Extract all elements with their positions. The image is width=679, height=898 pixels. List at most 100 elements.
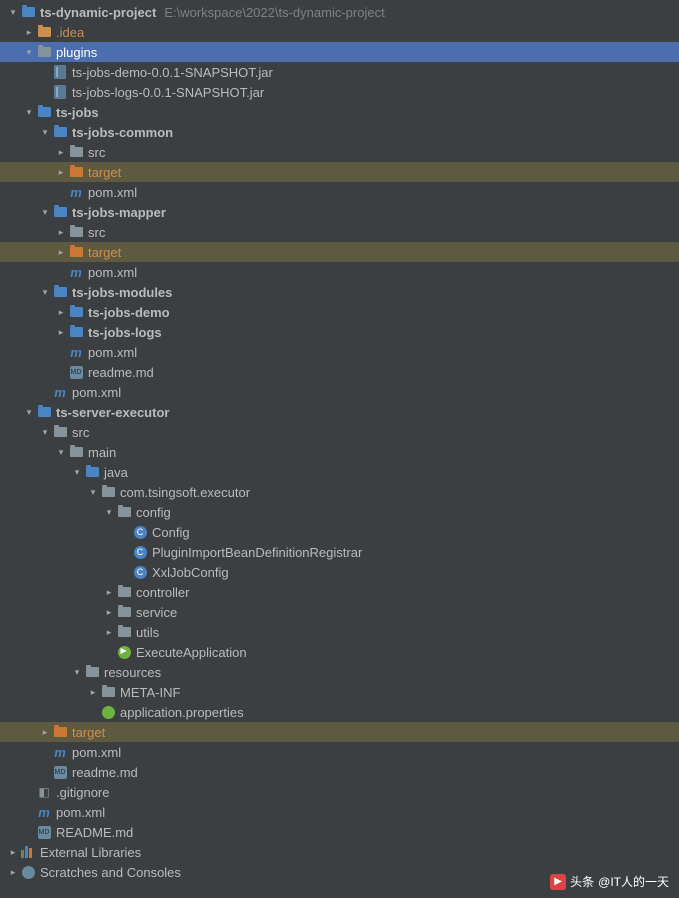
expand-arrow-icon[interactable] (40, 127, 50, 138)
expand-arrow-icon[interactable] (56, 447, 66, 458)
tree-row[interactable]: MDREADME.md (0, 822, 679, 842)
expand-arrow-icon[interactable] (56, 167, 66, 178)
tree-item-label: target (88, 245, 121, 260)
expand-arrow-icon[interactable] (24, 107, 34, 118)
tree-row[interactable]: src (0, 142, 679, 162)
tree-row[interactable]: CPluginImportBeanDefinitionRegistrar (0, 542, 679, 562)
tree-row[interactable]: External Libraries (0, 842, 679, 862)
tree-row[interactable]: MDreadme.md (0, 762, 679, 782)
expand-arrow-icon[interactable] (40, 287, 50, 298)
tree-item-label: plugins (56, 45, 97, 60)
tree-row[interactable]: com.tsingsoft.executor (0, 482, 679, 502)
tree-item-label: java (104, 465, 128, 480)
expand-arrow-icon[interactable] (40, 727, 50, 738)
watermark-prefix: 头条 (570, 873, 594, 890)
expand-arrow-icon[interactable] (88, 687, 98, 698)
expand-arrow-icon[interactable] (40, 427, 50, 438)
tree-row[interactable]: META-INF (0, 682, 679, 702)
tree-item-label: pom.xml (88, 345, 137, 360)
tree-row[interactable]: mpom.xml (0, 342, 679, 362)
tree-row[interactable]: target (0, 722, 679, 742)
tree-row[interactable]: ts-jobs-logs (0, 322, 679, 342)
expand-arrow-icon[interactable] (40, 207, 50, 218)
tree-row[interactable]: service (0, 602, 679, 622)
tree-row[interactable]: mpom.xml (0, 182, 679, 202)
expand-arrow-icon[interactable] (24, 47, 34, 58)
expand-arrow-icon[interactable] (24, 27, 34, 38)
folder-icon (116, 624, 132, 640)
expand-arrow-icon[interactable] (56, 327, 66, 338)
tree-row[interactable]: src (0, 422, 679, 442)
tree-item-label: pom.xml (56, 805, 105, 820)
folder-icon (68, 444, 84, 460)
tree-row[interactable]: CXxlJobConfig (0, 562, 679, 582)
expand-arrow-icon[interactable] (56, 247, 66, 258)
tree-item-label: ts-jobs-modules (72, 285, 172, 300)
expand-arrow-icon[interactable] (72, 667, 82, 678)
tree-row[interactable]: ts-server-executor (0, 402, 679, 422)
tree-item-label: target (72, 725, 105, 740)
tree-row[interactable]: CConfig (0, 522, 679, 542)
tree-row[interactable]: src (0, 222, 679, 242)
expand-arrow-icon[interactable] (104, 587, 114, 598)
folder-icon (36, 44, 52, 60)
tree-item-label: ts-jobs-logs (88, 325, 162, 340)
tree-row[interactable]: ts-jobs-logs-0.0.1-SNAPSHOT.jar (0, 82, 679, 102)
folder-icon (68, 144, 84, 160)
tree-item-label: config (136, 505, 171, 520)
tree-row[interactable]: mpom.xml (0, 802, 679, 822)
tree-item-label: ts-jobs-demo (88, 305, 170, 320)
tree-row[interactable]: ts-jobs-modules (0, 282, 679, 302)
tree-item-label: XxlJobConfig (152, 565, 229, 580)
tree-row[interactable]: resources (0, 662, 679, 682)
tree-row[interactable]: ExecuteApplication (0, 642, 679, 662)
tree-row[interactable]: target (0, 162, 679, 182)
folder-icon (52, 204, 68, 220)
expand-arrow-icon[interactable] (8, 847, 18, 858)
expand-arrow-icon[interactable] (56, 307, 66, 318)
tree-row[interactable]: .idea (0, 22, 679, 42)
expand-arrow-icon[interactable] (104, 607, 114, 618)
tree-row[interactable]: ts-jobs-common (0, 122, 679, 142)
tree-item-label: ExecuteApplication (136, 645, 247, 660)
tree-row[interactable]: config (0, 502, 679, 522)
folder-icon (52, 724, 68, 740)
tree-row[interactable]: java (0, 462, 679, 482)
expand-arrow-icon[interactable] (56, 227, 66, 238)
expand-arrow-icon[interactable] (8, 867, 18, 878)
markdown-icon: MD (68, 364, 84, 380)
expand-arrow-icon[interactable] (72, 467, 82, 478)
tree-row[interactable]: ◧.gitignore (0, 782, 679, 802)
jar-icon (52, 84, 68, 100)
tree-row[interactable]: MDreadme.md (0, 362, 679, 382)
tree-row[interactable]: main (0, 442, 679, 462)
folder-icon (116, 584, 132, 600)
tree-row[interactable]: ts-jobs-mapper (0, 202, 679, 222)
tree-row[interactable]: controller (0, 582, 679, 602)
folder-icon (68, 244, 84, 260)
expand-arrow-icon[interactable] (104, 507, 114, 518)
project-tree[interactable]: ts-dynamic-projectE:\workspace\2022\ts-d… (0, 0, 679, 882)
tree-row[interactable]: application.properties (0, 702, 679, 722)
expand-arrow-icon[interactable] (24, 407, 34, 418)
tree-row[interactable]: ts-dynamic-projectE:\workspace\2022\ts-d… (0, 2, 679, 22)
expand-arrow-icon[interactable] (88, 487, 98, 498)
tree-row[interactable]: mpom.xml (0, 262, 679, 282)
tree-row[interactable]: ts-jobs-demo (0, 302, 679, 322)
tree-item-label: ts-jobs-demo-0.0.1-SNAPSHOT.jar (72, 65, 273, 80)
tree-row[interactable]: ts-jobs (0, 102, 679, 122)
tree-row[interactable]: ts-jobs-demo-0.0.1-SNAPSHOT.jar (0, 62, 679, 82)
expand-arrow-icon[interactable] (56, 147, 66, 158)
folder-icon (68, 304, 84, 320)
tree-row[interactable]: target (0, 242, 679, 262)
tree-item-label: readme.md (72, 765, 138, 780)
tree-row[interactable]: plugins (0, 42, 679, 62)
tree-row[interactable]: mpom.xml (0, 742, 679, 762)
expand-arrow-icon[interactable] (8, 7, 18, 18)
tree-item-label: pom.xml (72, 385, 121, 400)
tree-row[interactable]: utils (0, 622, 679, 642)
expand-arrow-icon[interactable] (104, 627, 114, 638)
folder-icon (100, 684, 116, 700)
tree-item-label: src (88, 225, 105, 240)
tree-row[interactable]: mpom.xml (0, 382, 679, 402)
